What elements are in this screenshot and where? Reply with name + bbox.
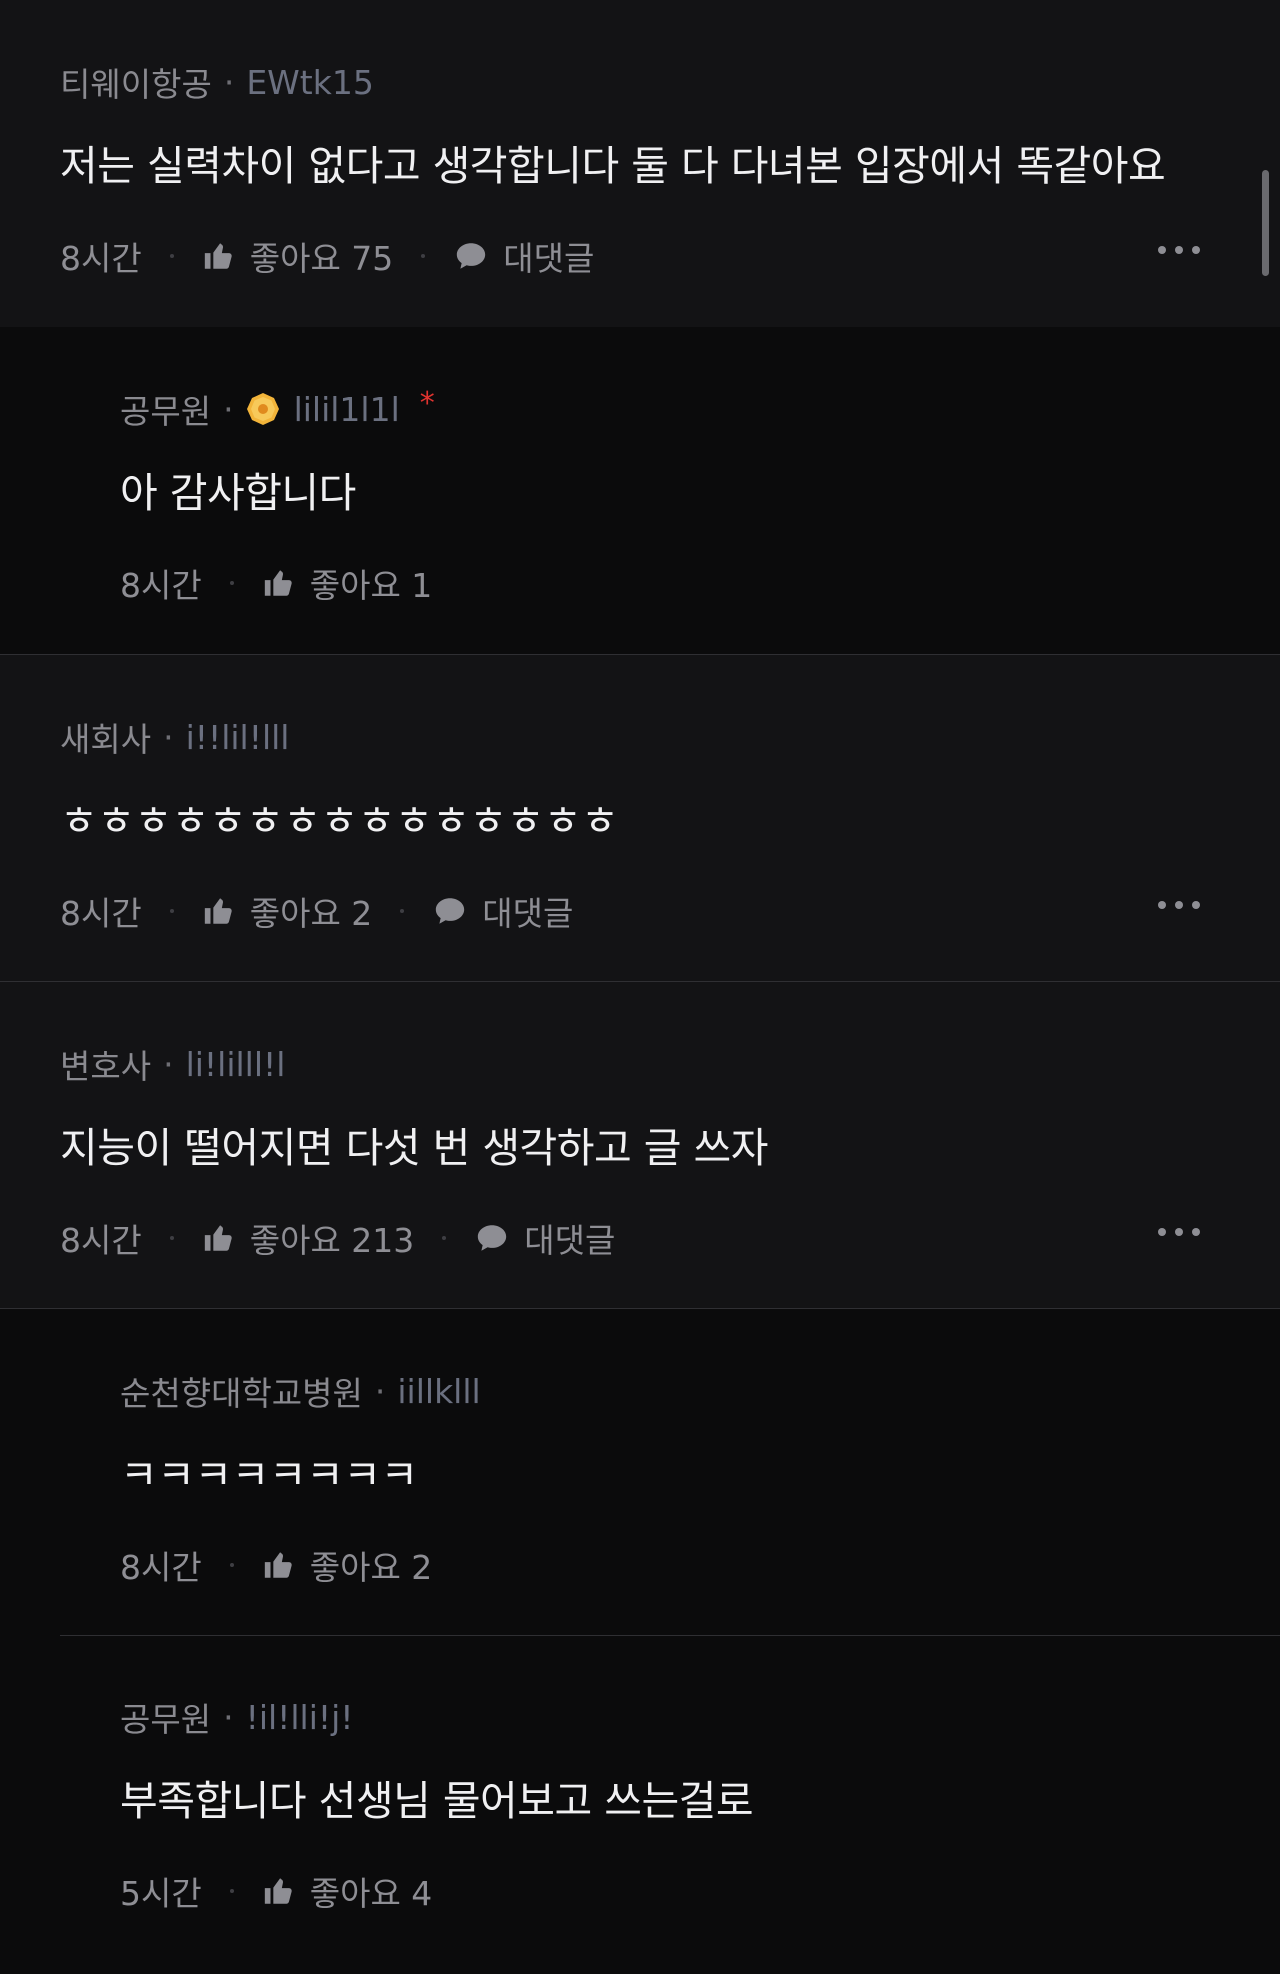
comment-text: 지능이 떨어지면 다섯 번 생각하고 글 쓰자 [60,1124,768,1172]
author-badge: * [419,385,435,421]
like-button[interactable]: 좋아요 213 [250,1214,415,1262]
reply-item: 순천향대학교병원 · iillklll ㅋㅋㅋㅋㅋㅋㅋㅋ 8시간 좋아요 2 [0,1308,1280,1635]
like-button[interactable]: 좋아요 75 [250,232,394,280]
meta-separator: · [223,62,235,102]
meta-separator: · [163,717,174,757]
action-separator [442,1236,447,1240]
comment-meta: 공무원 · !il!lli!j! [120,1697,354,1740]
thumbs-up-icon[interactable] [262,1874,296,1908]
nickname[interactable]: iillklll [397,1372,480,1411]
comment-time: 8시간 [60,239,142,278]
meta-separator: · [163,1044,174,1084]
reply-item: 공무원 · lilil1l1l * 아 감사합니다 8시간 좋아요 1 [0,327,1280,654]
like-button[interactable]: 좋아요 1 [310,559,433,607]
comment-actions: 8시간 좋아요 2 [120,1541,432,1589]
nickname[interactable]: lilil1l1l [294,390,400,429]
action-separator [421,254,426,258]
company-name: 공무원 [120,1700,212,1739]
meta-separator: · [223,1697,234,1737]
comment-actions: 8시간 좋아요 2 대댓글 [60,887,573,935]
meta-separator: · [374,1371,386,1411]
comment-thread: 티웨이항공 · EWtk15 저는 실력차이 없다고 생각합니다 둘 다 다녀본… [0,0,1280,1974]
gold-badge-icon [246,392,280,426]
like-button[interactable]: 좋아요 2 [250,887,373,935]
company-name: 변호사 [60,1047,152,1086]
nickname[interactable]: i!!lil!lll [186,718,290,757]
comment-time: 8시간 [60,894,142,933]
action-separator [169,254,174,258]
nickname[interactable]: EWtk15 [246,63,374,102]
comment-time: 8시간 [60,1221,142,1260]
comment-actions: 8시간 좋아요 1 [120,559,432,607]
comment-text: ㅋㅋㅋㅋㅋㅋㅋㅋ [120,1451,418,1499]
action-separator [229,1563,234,1567]
comment-meta: 공무원 · lilil1l1l * [120,385,435,432]
thumbs-up-icon[interactable] [202,894,236,928]
action-separator [400,909,405,913]
reply-button[interactable]: 대댓글 [524,1214,615,1262]
action-separator [169,909,174,913]
comment-time: 5시간 [120,1874,202,1913]
like-button[interactable]: 좋아요 4 [310,1867,433,1915]
comment-text: ㅎㅎㅎㅎㅎㅎㅎㅎㅎㅎㅎㅎㅎㅎㅎ [60,797,619,845]
thumbs-up-icon[interactable] [262,566,296,600]
speech-bubble-icon[interactable] [474,1221,510,1255]
comment-text: 부족합니다 선생님 물어보고 쓰는걸로 [120,1777,754,1825]
comment-time: 8시간 [120,1548,202,1587]
company-name: 티웨이항공 [60,65,212,104]
comment-actions: 8시간 좋아요 213 대댓글 [60,1214,615,1262]
comment-time: 8시간 [120,566,202,605]
company-name: 새회사 [60,720,152,759]
comment-text: 저는 실력차이 없다고 생각합니다 둘 다 다녀본 입장에서 똑같아요 [60,142,1166,190]
more-dots-icon[interactable] [1158,246,1200,254]
comment-item: 변호사 · li!lilll!l 지능이 떨어지면 다섯 번 생각하고 글 쓰자… [0,981,1280,1308]
more-dots-icon[interactable] [1158,901,1200,909]
thumbs-up-icon[interactable] [262,1548,296,1582]
more-dots-icon[interactable] [1158,1228,1200,1236]
comment-meta: 변호사 · li!lilll!l [60,1044,286,1087]
like-button[interactable]: 좋아요 2 [310,1541,433,1589]
company-name: 순천향대학교병원 [120,1374,363,1413]
speech-bubble-icon[interactable] [453,239,489,273]
thumbs-up-icon[interactable] [202,1221,236,1255]
comment-meta: 순천향대학교병원 · iillklll [120,1371,481,1414]
comment-actions: 8시간 좋아요 75 대댓글 [60,232,594,280]
reply-item: 공무원 · !il!lli!j! 부족합니다 선생님 물어보고 쓰는걸로 5시간… [0,1635,1280,1974]
reply-button[interactable]: 대댓글 [503,232,594,280]
action-separator [229,1889,234,1893]
speech-bubble-icon[interactable] [432,894,468,928]
thumbs-up-icon[interactable] [202,239,236,273]
nickname[interactable]: li!lilll!l [186,1045,286,1084]
action-separator [229,581,234,585]
meta-separator: · [223,389,234,429]
comment-meta: 티웨이항공 · EWtk15 [60,62,374,105]
comment-item: 티웨이항공 · EWtk15 저는 실력차이 없다고 생각합니다 둘 다 다녀본… [0,0,1280,327]
scrollbar[interactable] [1262,170,1269,276]
company-name: 공무원 [120,392,212,431]
comment-item: 새회사 · i!!lil!lll ㅎㅎㅎㅎㅎㅎㅎㅎㅎㅎㅎㅎㅎㅎㅎ 8시간 좋아요… [0,654,1280,981]
comment-actions: 5시간 좋아요 4 [120,1867,432,1915]
comment-meta: 새회사 · i!!lil!lll [60,717,290,760]
comment-text: 아 감사합니다 [120,469,356,517]
reply-button[interactable]: 대댓글 [482,887,573,935]
nickname[interactable]: !il!lli!j! [246,1698,354,1737]
action-separator [169,1236,174,1240]
